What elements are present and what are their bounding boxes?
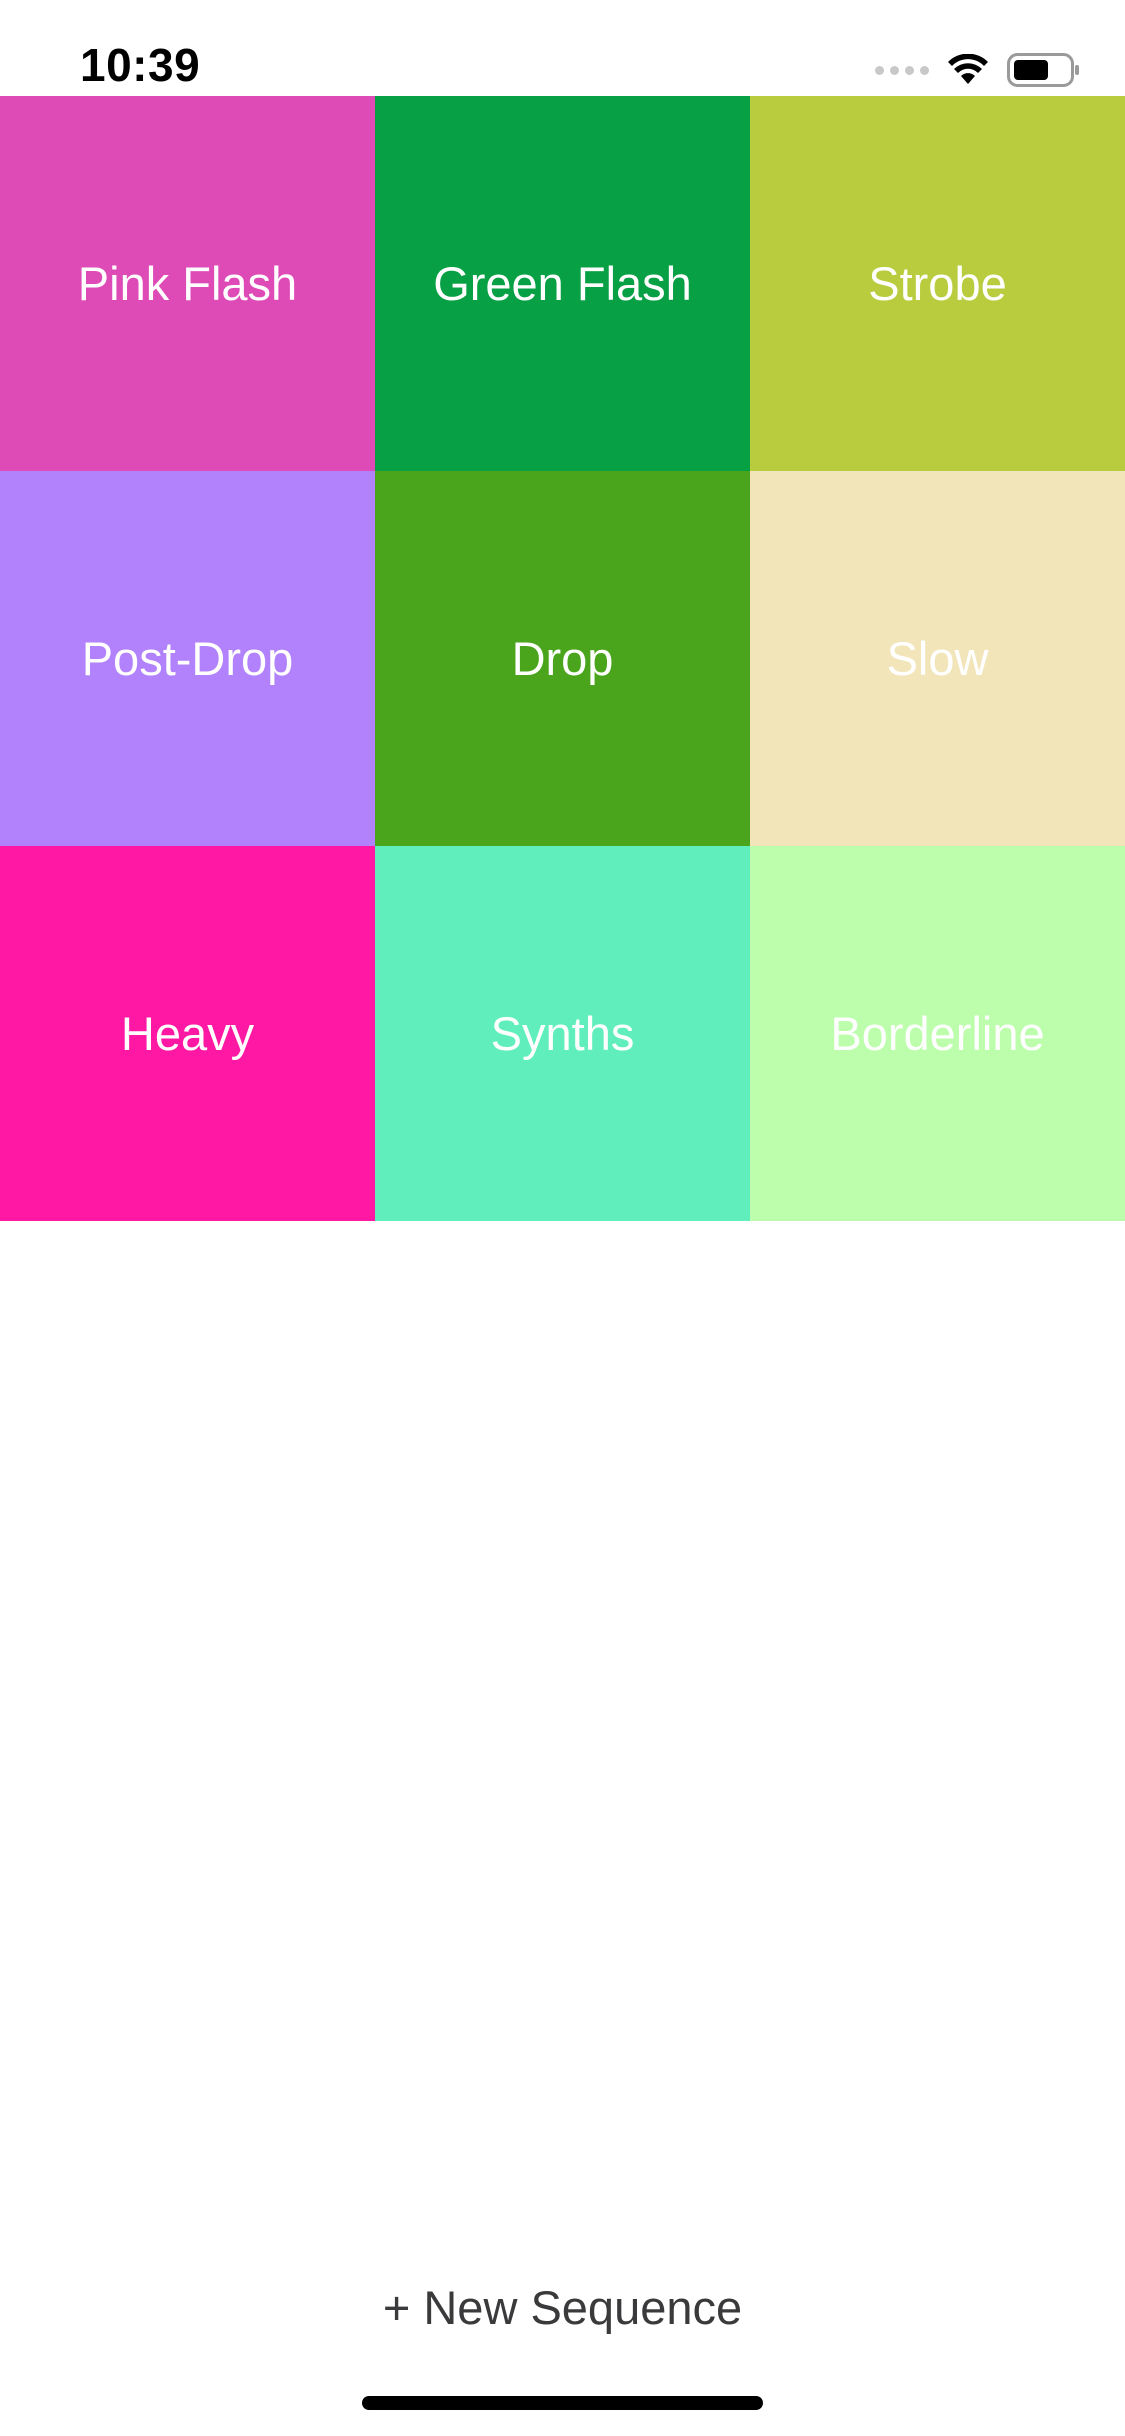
sequence-label: Drop	[511, 632, 614, 685]
battery-icon	[1007, 53, 1079, 87]
sequence-label: Green Flash	[433, 257, 692, 310]
wifi-icon	[948, 54, 988, 84]
sequence-label: Post-Drop	[81, 632, 294, 685]
new-sequence-button[interactable]: + New Sequence	[0, 2280, 1125, 2335]
sequence-tile-slow[interactable]: Slow	[750, 471, 1125, 846]
sequence-tile-pink-flash[interactable]: Pink Flash	[0, 96, 375, 471]
sequence-tile-post-drop[interactable]: Post-Drop	[0, 471, 375, 846]
sequence-tile-strobe[interactable]: Strobe	[750, 96, 1125, 471]
sequence-label: Pink Flash	[77, 257, 298, 310]
sequence-tile-drop[interactable]: Drop	[375, 471, 750, 846]
cellular-signal-icon	[875, 65, 929, 75]
sequence-label: Synths	[490, 1007, 635, 1060]
home-indicator	[362, 2396, 763, 2410]
sequence-tile-synths[interactable]: Synths	[375, 846, 750, 1221]
sequence-label: Borderline	[830, 1007, 1045, 1060]
sequence-label: Slow	[886, 632, 989, 685]
sequence-tile-borderline[interactable]: Borderline	[750, 846, 1125, 1221]
status-time: 10:39	[80, 39, 201, 91]
sequence-grid: Pink Flash Green Flash Strobe Post-Drop …	[0, 96, 1125, 1221]
sequence-tile-heavy[interactable]: Heavy	[0, 846, 375, 1221]
status-icons	[875, 50, 1081, 90]
sequence-label: Strobe	[868, 257, 1007, 310]
sequence-label: Heavy	[120, 1007, 255, 1060]
status-bar: 10:39	[0, 0, 1125, 96]
sequence-tile-green-flash[interactable]: Green Flash	[375, 96, 750, 471]
